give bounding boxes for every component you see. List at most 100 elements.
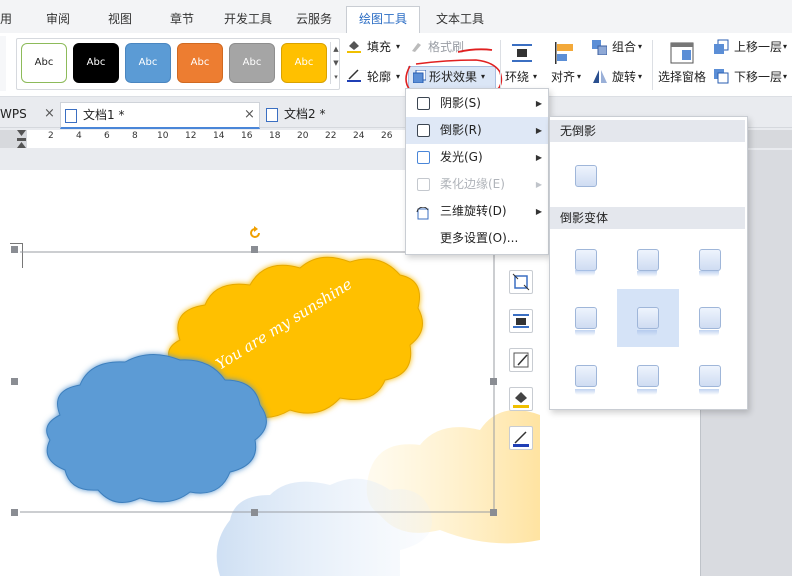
reflection-preview-icon <box>637 389 657 395</box>
chevron-right-icon: ▶ <box>535 126 542 135</box>
reflection-variant-5[interactable] <box>617 289 679 347</box>
tab-developer[interactable]: 开发工具 <box>224 7 272 31</box>
style-gold-button[interactable]: Abc <box>281 43 327 83</box>
reflection-preview-icon <box>575 307 597 329</box>
resize-handle[interactable] <box>11 246 18 253</box>
reflection-variant-7[interactable] <box>555 347 617 405</box>
outline-icon <box>347 68 361 82</box>
quick-outline-icon[interactable] <box>509 426 533 450</box>
tab-view[interactable]: 视图 <box>108 7 132 31</box>
resize-handle[interactable] <box>490 378 497 385</box>
ruler-tick: 8 <box>132 131 138 141</box>
reflection-variant-9[interactable] <box>679 347 741 405</box>
reflection-variant-8[interactable] <box>617 347 679 405</box>
menu-item-label: 三维旋转(D) <box>440 204 507 218</box>
reflection-preview-icon <box>699 271 719 277</box>
reflection-preview-icon <box>637 307 659 329</box>
ribbon-separator <box>652 40 653 90</box>
resize-handle[interactable] <box>490 509 497 516</box>
reflection-variant-4[interactable] <box>555 289 617 347</box>
doc-tab-wps[interactable]: WPS × <box>0 102 58 126</box>
reflection-preview-icon <box>699 330 719 336</box>
wrap-icon <box>512 44 532 62</box>
bring-forward-label[interactable]: 上移一层 <box>734 38 782 56</box>
cloud-blue-reflection <box>216 478 432 576</box>
menu-item-label: 发光(G) <box>440 150 483 164</box>
group-dropdown-icon[interactable]: ▾ <box>638 38 642 56</box>
outline-label[interactable]: 轮廓 <box>367 68 391 86</box>
align-dropdown-icon[interactable]: ▾ <box>577 68 581 86</box>
send-backward-dropdown-icon[interactable]: ▾ <box>783 68 787 86</box>
doc-tab-label: 文档1 * <box>83 108 125 122</box>
tab-review[interactable]: 审阅 <box>46 7 70 31</box>
reflection-variant-6[interactable] <box>679 289 741 347</box>
fill-label[interactable]: 填充 <box>367 38 391 56</box>
rotate-label[interactable]: 旋转 <box>612 68 636 86</box>
reflection-preview-icon <box>575 249 597 271</box>
reflection-variant-2[interactable] <box>617 231 679 289</box>
resize-handle[interactable] <box>11 378 18 385</box>
style-gray-button[interactable]: Abc <box>229 43 275 83</box>
menu-item-glow[interactable]: 发光(G) ▶ <box>406 144 548 171</box>
ruler-tick: 2 <box>48 131 54 141</box>
document-icon <box>65 109 77 123</box>
bring-forward-dropdown-icon[interactable]: ▾ <box>783 38 787 56</box>
reflection-variant-1[interactable] <box>555 231 617 289</box>
wrap-dropdown-icon[interactable]: ▾ <box>533 68 537 86</box>
layout-options-icon[interactable] <box>509 270 533 294</box>
style-blue-button[interactable]: Abc <box>125 43 171 83</box>
align-label[interactable]: 对齐 <box>551 68 575 86</box>
resize-handle[interactable] <box>11 509 18 516</box>
style-orange-button[interactable]: Abc <box>177 43 223 83</box>
style-white-button[interactable]: Abc <box>21 43 67 83</box>
reflection-preview-icon <box>699 249 721 271</box>
close-icon[interactable]: × <box>44 102 55 126</box>
close-icon[interactable]: × <box>244 103 255 127</box>
reflection-variant-3[interactable] <box>679 231 741 289</box>
indent-marker-icon[interactable] <box>17 130 26 148</box>
menu-item-label: 阴影(S) <box>440 96 481 110</box>
rotate-handle-icon[interactable] <box>248 226 262 240</box>
resize-handle[interactable] <box>251 509 258 516</box>
selection-pane-label[interactable]: 选择窗格 <box>658 68 706 86</box>
align-icon <box>555 42 577 64</box>
tab-start[interactable]: 用 <box>0 7 12 31</box>
send-backward-icon <box>713 68 729 84</box>
group-icon <box>592 40 608 56</box>
reflection-preview-icon <box>575 330 595 336</box>
rotate-dropdown-icon[interactable]: ▾ <box>638 68 642 86</box>
menu-item-label: 更多设置(O)... <box>440 231 519 245</box>
chevron-right-icon: ▶ <box>535 180 542 189</box>
menu-item-more-settings[interactable]: 更多设置(O)... <box>406 225 548 252</box>
reflection-preview-icon <box>637 365 659 387</box>
menu-item-shadow[interactable]: 阴影(S) ▶ <box>406 90 548 117</box>
doc-tab-doc2[interactable]: 文档2 * <box>262 102 402 126</box>
wrap-text-icon[interactable] <box>509 309 533 333</box>
ruler-tick: 24 <box>353 131 365 141</box>
doc-tab-doc1[interactable]: 文档1 * × <box>60 102 260 129</box>
send-backward-label[interactable]: 下移一层 <box>734 68 782 86</box>
tab-drawing-tools[interactable]: 绘图工具 <box>346 6 421 34</box>
group-label[interactable]: 组合 <box>612 38 636 56</box>
menu-item-3d-rotation[interactable]: 三维旋转(D) ▶ <box>406 198 548 225</box>
reflection-preview-icon <box>575 165 597 187</box>
tab-section[interactable]: 章节 <box>170 7 194 31</box>
quick-fill-icon[interactable] <box>509 387 533 411</box>
edit-shape-icon[interactable] <box>509 348 533 372</box>
selection-pane-icon <box>670 42 694 64</box>
tab-text-tools[interactable]: 文本工具 <box>436 7 484 31</box>
resize-handle[interactable] <box>251 246 258 253</box>
reflection-option-none[interactable] <box>555 147 617 205</box>
reflection-preview-icon <box>575 365 597 387</box>
ruler-tick: 26 <box>381 131 393 141</box>
ruler-tick: 18 <box>269 131 281 141</box>
style-black-button[interactable]: Abc <box>73 43 119 83</box>
bring-forward-icon <box>713 39 729 55</box>
reflection-preview-icon <box>699 365 721 387</box>
wrap-label[interactable]: 环绕 <box>505 68 529 86</box>
menu-item-reflection[interactable]: 倒影(R) ▶ <box>406 117 548 144</box>
reflection-submenu: 无倒影 倒影变体 <box>549 116 748 410</box>
gallery-scroll-icon[interactable]: ▲ ▼ ▾ <box>330 42 341 84</box>
tab-cloud[interactable]: 云服务 <box>296 7 332 31</box>
ruler-tick: 10 <box>157 131 169 141</box>
